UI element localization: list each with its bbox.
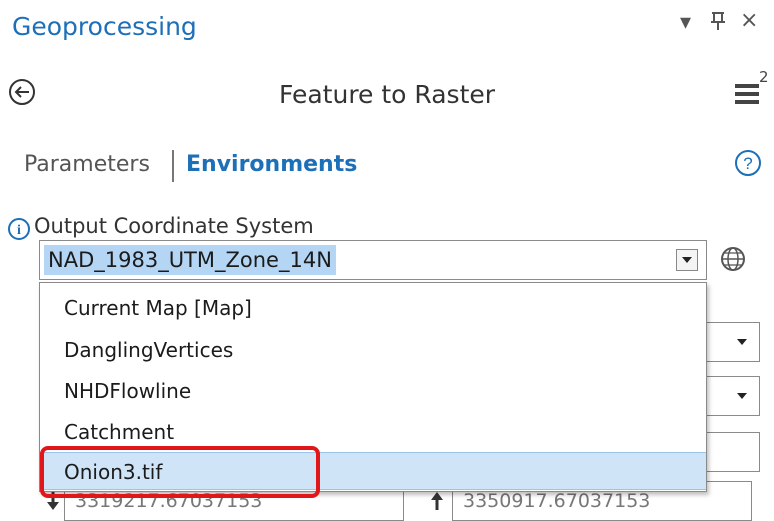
help-glyph: ? [735,150,761,176]
pin-glyph [711,12,725,30]
output-coordinate-system-label: Output Coordinate System [34,214,314,238]
info-glyph: i [8,218,30,240]
tab-divider [172,150,174,182]
close-button[interactable]: × [740,8,758,33]
tab-environments[interactable]: Environments [186,152,357,177]
dropdown-option-current-map[interactable]: Current Map [Map] [40,289,706,327]
menu-bar [735,100,759,104]
combobox-value[interactable]: NAD_1983_UTM_Zone_14N [44,245,336,275]
output-coordinate-system-combobox[interactable]: NAD_1983_UTM_Zone_14N [39,240,707,280]
menu-bar [735,84,759,88]
info-icon[interactable]: i [6,216,32,242]
globe-icon[interactable] [718,244,748,274]
globe-glyph [721,247,745,271]
dropdown-option-nhdflowline[interactable]: NHDFlowline [40,372,706,410]
pin-icon[interactable] [708,8,728,38]
menu-icon[interactable]: 2 [735,68,769,104]
svg-text:?: ? [743,154,752,173]
help-icon[interactable]: ? [733,148,763,178]
geoprocessing-pane: Geoprocessing ▾ × Feature to Raster 2 Pa… [0,0,774,521]
svg-text:i: i [17,223,21,238]
chevron-down-icon [737,393,747,399]
tab-parameters[interactable]: Parameters [24,152,150,177]
pane-options-dropdown[interactable]: ▾ [680,10,691,35]
tool-title: Feature to Raster [278,80,496,109]
chevron-down-icon[interactable] [676,249,698,271]
chevron-down-icon [737,339,747,345]
hidden-textbox[interactable] [700,432,760,472]
menu-badge: 2 [759,68,769,86]
pane-title: Geoprocessing [12,12,197,41]
arrow-up-icon [431,492,443,510]
hidden-combobox[interactable] [700,376,760,416]
hidden-combobox[interactable] [700,322,760,362]
dropdown-option-danglingvertices[interactable]: DanglingVertices [40,331,706,369]
menu-bar [735,92,759,96]
annotation-highlight-box [40,446,320,498]
